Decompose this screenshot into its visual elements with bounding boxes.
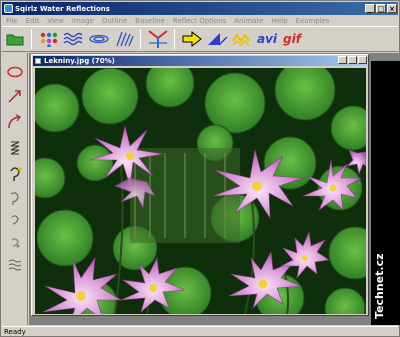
palette-icon: [40, 32, 58, 47]
zigzag-tool[interactable]: [4, 139, 26, 157]
left-toolbar: [2, 53, 28, 325]
doc-maximize-button[interactable]: [348, 56, 357, 64]
toolbar: avi gif: [2, 26, 398, 52]
wave-lines-tool[interactable]: [4, 255, 26, 273]
line-tool[interactable]: [4, 87, 26, 105]
reeds-button[interactable]: [113, 28, 135, 50]
avi-label: avi: [256, 32, 278, 46]
reflect-icon: [148, 30, 168, 48]
yellow-waves-icon: [232, 33, 250, 47]
avi-button[interactable]: avi: [256, 28, 278, 50]
menu-baseline[interactable]: Baseline: [131, 17, 169, 25]
curve-arrow-icon: [8, 114, 21, 129]
play-triangle-button[interactable]: [206, 28, 228, 50]
menu-view[interactable]: View: [43, 17, 68, 25]
menu-reflect-options[interactable]: Reflect Options: [169, 17, 230, 25]
hook-icon: [10, 192, 19, 205]
ellipse-tool[interactable]: [4, 63, 26, 81]
yellow-waves-button[interactable]: [231, 28, 253, 50]
play-triangle-icon: [208, 33, 228, 46]
zigzag-icon: [10, 141, 20, 155]
hook-small-icon: [11, 215, 19, 225]
curve-tool[interactable]: [4, 113, 26, 131]
water-waves-icon: [63, 32, 83, 46]
open-folder-button[interactable]: [4, 28, 26, 50]
arrow-right-icon: [182, 31, 202, 47]
document-icon: [35, 58, 41, 64]
hook-tool[interactable]: [4, 189, 26, 207]
maximize-button[interactable]: □: [376, 4, 386, 13]
menu-animate[interactable]: Animate: [230, 17, 267, 25]
document-controls: [337, 56, 367, 64]
workspace: Lekniny.jpg (70%): [29, 53, 400, 325]
ellipse-icon: [7, 66, 23, 78]
menu-examples[interactable]: Examples: [292, 17, 334, 25]
document-window: Lekniny.jpg (70%): [31, 54, 369, 316]
arrow-right-button[interactable]: [181, 28, 203, 50]
watermark-text: Technet.cz: [373, 253, 386, 319]
toolbar-separator: [174, 29, 175, 49]
reflect-button[interactable]: [147, 28, 169, 50]
menu-bar: File Edit View Image Outline Baseline Re…: [2, 15, 398, 26]
doc-minimize-button[interactable]: [338, 56, 347, 64]
status-text: Ready: [4, 328, 26, 336]
palette-button[interactable]: [38, 28, 60, 50]
water-waves-button[interactable]: [63, 28, 85, 50]
menu-help[interactable]: Help: [268, 17, 292, 25]
menu-edit[interactable]: Edit: [22, 17, 44, 25]
lasso-icon: [10, 167, 22, 181]
gif-button[interactable]: gif: [281, 28, 303, 50]
document-title: Lekniny.jpg (70%): [44, 57, 115, 65]
doc-close-button[interactable]: [358, 56, 367, 64]
app-icon: [4, 4, 13, 13]
app-window: Sqirlz Water Reflections _ □ × File Edit…: [0, 0, 400, 337]
hook-tiny-tool[interactable]: [4, 233, 26, 251]
window-title: Sqirlz Water Reflections: [15, 4, 110, 13]
status-bar: Ready: [2, 326, 398, 337]
hook-small-tool[interactable]: [4, 211, 26, 229]
minimize-button[interactable]: _: [365, 4, 375, 13]
ripple-icon: [89, 34, 109, 44]
image-canvas[interactable]: [35, 68, 366, 314]
title-bar: Sqirlz Water Reflections _ □ ×: [2, 2, 398, 15]
lasso-tool[interactable]: [4, 165, 26, 183]
open-folder-icon: [6, 34, 24, 46]
menu-image[interactable]: Image: [68, 17, 98, 25]
document-title-bar: Lekniny.jpg (70%): [33, 56, 367, 66]
close-button[interactable]: ×: [387, 4, 397, 13]
ripple-button[interactable]: [88, 28, 110, 50]
wave-lines-icon: [8, 259, 22, 271]
water-lily-photo: [35, 68, 366, 314]
menu-file[interactable]: File: [2, 17, 22, 25]
menu-outline[interactable]: Outline: [98, 17, 131, 25]
gif-label: gif: [283, 32, 301, 46]
reeds-icon: [116, 31, 134, 47]
toolbar-separator: [31, 29, 32, 49]
toolbar-separator: [140, 29, 141, 49]
hook-tiny-icon: [11, 238, 20, 248]
line-arrow-icon: [8, 90, 21, 103]
